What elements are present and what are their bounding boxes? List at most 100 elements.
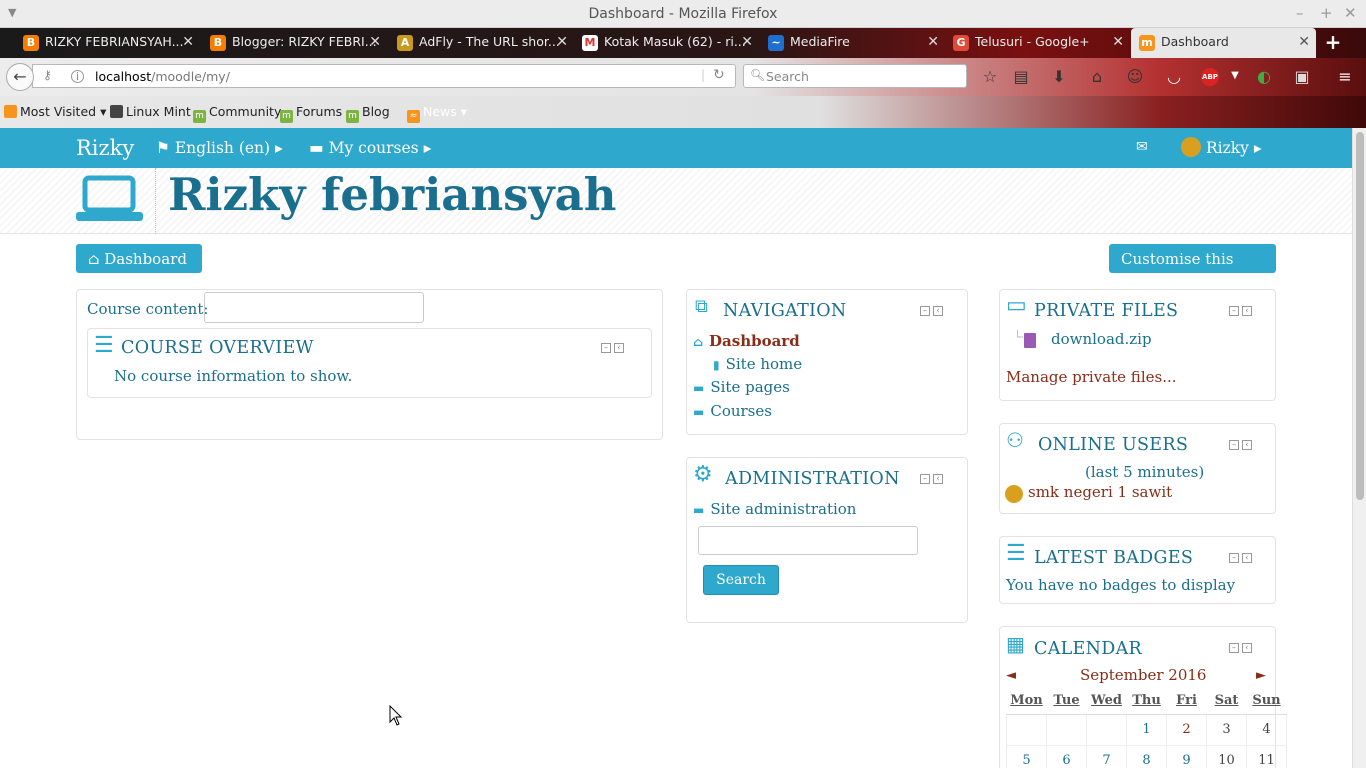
screenshot-icon[interactable]: ▣ — [1292, 67, 1312, 86]
bookmark-linux-mint[interactable]: Linux Mint — [110, 104, 191, 119]
prev-month-link[interactable]: ◄ — [1006, 668, 1016, 683]
hello-icon[interactable]: ☺ — [1125, 67, 1145, 86]
close-tab-icon[interactable]: ✕ — [1112, 34, 1124, 50]
dashboard-button[interactable]: ⌂ Dashboard — [76, 244, 202, 273]
maximize-icon[interactable]: + — [1320, 4, 1333, 22]
bookmark-forums[interactable]: m Forums — [280, 104, 342, 123]
adfly-icon: A — [397, 35, 413, 51]
new-tab-button[interactable]: + — [1318, 28, 1348, 58]
tab-label: MediaFire — [790, 34, 850, 49]
info-icon[interactable]: i — [71, 70, 84, 83]
close-window-icon[interactable]: ✕ — [1344, 4, 1357, 22]
calendar-day — [1006, 713, 1047, 746]
reading-list-icon[interactable]: ▤ — [1011, 67, 1031, 86]
messages-icon[interactable]: ✉ — [1136, 139, 1148, 155]
calendar-day[interactable]: 9 — [1166, 744, 1207, 768]
tab-rizky-blog[interactable]: B RIZKY FEBRIANSYAH... ✕ — [15, 28, 200, 58]
nav-item-courses[interactable]: ▬ Courses — [693, 402, 772, 420]
weekday-header: Sat — [1206, 688, 1247, 715]
block-controls[interactable]: – ‹ — [1226, 439, 1252, 450]
search-icon: 🔍︎ — [750, 68, 766, 82]
bookmark-label: Linux Mint — [126, 104, 191, 119]
weekday-header: Tue — [1046, 688, 1087, 715]
nav-label: Dashboard — [709, 332, 800, 350]
close-tab-icon[interactable]: ✕ — [741, 34, 753, 50]
tab-googleplus[interactable]: G Telusuri - Google+ ✕ — [945, 28, 1130, 58]
tab-dashboard[interactable]: m Dashboard ✕ — [1131, 28, 1316, 58]
briefcase-icon: ▬ — [309, 139, 324, 157]
minimize-icon[interactable]: – — [1296, 4, 1304, 22]
bookmark-label: Community — [209, 104, 282, 119]
site-brand[interactable]: Rizky — [76, 136, 134, 160]
next-month-link[interactable]: ► — [1256, 668, 1266, 683]
admin-search-button[interactable]: Search — [703, 565, 779, 595]
key-icon[interactable]: ⚷ — [43, 68, 52, 82]
block-controls[interactable]: – ‹ — [917, 473, 943, 484]
weekday-header: Wed — [1086, 688, 1127, 715]
nav-item-dashboard[interactable]: ⌂ Dashboard — [693, 332, 800, 350]
block-controls[interactable]: – ‹ — [1226, 305, 1252, 316]
online-user-link[interactable]: smk negeri 1 sawit — [1028, 483, 1172, 501]
hamburger-menu-icon[interactable]: ≡ — [1335, 67, 1355, 86]
calendar-day[interactable]: 7 — [1086, 744, 1127, 768]
bookmark-news[interactable]: ≈ News ▾ — [407, 104, 467, 123]
avatar — [1005, 485, 1023, 503]
bookmark-most-visited[interactable]: Most Visited ▾ — [4, 104, 106, 119]
language-menu[interactable]: ⚑ English (en) ▸ — [156, 139, 283, 157]
page-icon: ▮ — [713, 358, 720, 372]
block-controls[interactable]: – ‹ — [1226, 642, 1252, 653]
close-tab-icon[interactable]: ✕ — [556, 34, 568, 50]
tab-gmail[interactable]: M Kotak Masuk (62) - ri... ✕ — [574, 28, 759, 58]
calendar-day[interactable]: 2 — [1166, 713, 1207, 746]
close-tab-icon[interactable]: ✕ — [1298, 34, 1310, 50]
weekday-header: Fri — [1166, 688, 1207, 715]
admin-search-input[interactable] — [698, 526, 918, 555]
bookmark-star-icon[interactable]: ☆ — [980, 67, 1000, 86]
url-bar[interactable]: ⚷ i localhost/moodle/my/ | ↻ — [32, 64, 736, 88]
file-link[interactable]: download.zip — [1051, 330, 1152, 348]
back-button[interactable]: ← — [6, 63, 34, 91]
private-files-block: ▭ PRIVATE FILES – ‹ └┄ download.zip Manag… — [999, 289, 1276, 401]
close-tab-icon[interactable]: ✕ — [369, 34, 381, 50]
block-controls[interactable]: – ‹ — [917, 305, 943, 316]
blogger-icon: B — [23, 35, 39, 51]
adblock-menu-icon[interactable]: ▼ — [1225, 70, 1245, 81]
search-field[interactable]: 🔍︎ Search — [743, 64, 967, 88]
reload-icon[interactable]: ↻ — [713, 67, 725, 83]
my-courses-menu[interactable]: ▬ My courses ▸ — [309, 139, 431, 157]
nav-item-site-pages[interactable]: ▬ Site pages — [693, 378, 790, 396]
calendar-day[interactable]: 8 — [1126, 744, 1167, 768]
adblock-icon[interactable]: ABP — [1201, 68, 1219, 86]
googleplus-icon: G — [953, 35, 969, 51]
archive-icon — [1024, 333, 1036, 348]
block-controls[interactable]: – ‹ — [1226, 552, 1252, 563]
customise-page-button[interactable]: Customise this page — [1109, 244, 1276, 286]
manage-files-link[interactable]: Manage private files... — [1006, 368, 1177, 386]
tab-adfly[interactable]: A AdFly - The URL shor... ✕ — [389, 28, 574, 58]
tab-blogger[interactable]: B Blogger: RIZKY FEBRI... ✕ — [202, 28, 387, 58]
my-courses-label: My courses — [328, 139, 419, 157]
home-icon[interactable]: ⌂ — [1087, 67, 1107, 86]
calendar-day[interactable]: 5 — [1006, 744, 1047, 768]
course-content-input[interactable] — [204, 292, 424, 323]
bookmark-community[interactable]: m Community — [193, 104, 281, 123]
tab-mediafire[interactable]: ~ MediaFire ✕ — [760, 28, 945, 58]
close-tab-icon[interactable]: ✕ — [182, 34, 194, 50]
dashboard-label: Dashboard — [104, 250, 187, 268]
close-tab-icon[interactable]: ✕ — [927, 34, 939, 50]
block-controls[interactable]: – ‹ — [598, 342, 624, 353]
folder-icon: ▬ — [693, 381, 705, 395]
nav-item-site-home[interactable]: ▮ Site home — [713, 355, 802, 373]
downloads-icon[interactable]: ⬇ — [1049, 67, 1069, 86]
weekday-header: Thu — [1126, 688, 1167, 715]
scrollbar-thumb[interactable] — [1356, 132, 1364, 500]
calendar-day[interactable]: 1 — [1126, 713, 1167, 746]
calendar-day[interactable]: 6 — [1046, 744, 1087, 768]
page-scrollbar[interactable] — [1352, 128, 1366, 768]
moodle-icon: m — [1139, 35, 1155, 51]
user-menu[interactable]: Rizky ▸ — [1181, 137, 1262, 157]
nav-item-site-administration[interactable]: ▬ Site administration — [693, 500, 856, 518]
extension-icon[interactable]: ◐ — [1254, 67, 1274, 86]
pocket-icon[interactable]: ◡ — [1164, 67, 1184, 86]
bookmark-blog[interactable]: m Blog — [346, 104, 390, 123]
